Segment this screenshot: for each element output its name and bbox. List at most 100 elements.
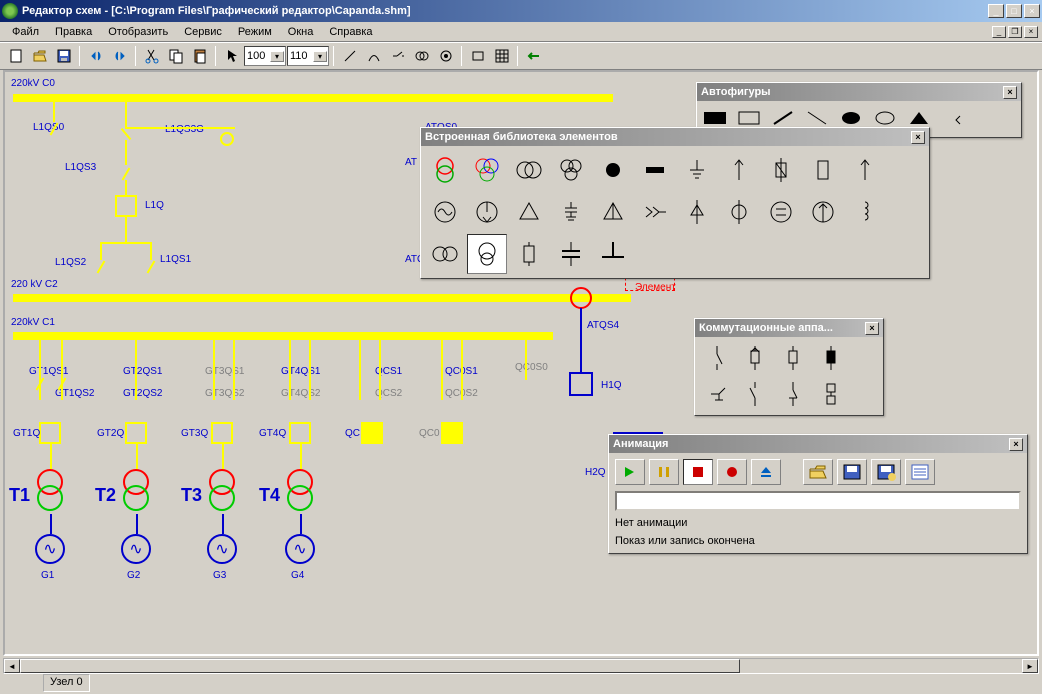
lib-trafo3-1[interactable]: [467, 150, 507, 190]
commutation-palette[interactable]: Коммутационные аппа... ×: [694, 318, 884, 416]
sw-breaker[interactable]: [775, 341, 811, 375]
animation-close[interactable]: ×: [1009, 438, 1023, 451]
mdi-restore[interactable]: ❐: [1008, 26, 1022, 38]
anim-input[interactable]: [615, 491, 1021, 511]
minimize-button[interactable]: _: [988, 4, 1004, 18]
pointer-tool[interactable]: [220, 45, 243, 67]
anim-open[interactable]: [803, 459, 833, 485]
gt4qs1-label: GT4QS1: [281, 366, 320, 377]
lib-delta[interactable]: [509, 192, 549, 232]
lib-capacitor[interactable]: [551, 234, 591, 274]
menu-windows[interactable]: Окна: [280, 24, 322, 40]
scroll-left[interactable]: ◄: [4, 659, 20, 673]
cut-button[interactable]: [140, 45, 163, 67]
commutation-title-bar[interactable]: Коммутационные аппа... ×: [695, 319, 883, 337]
menu-service[interactable]: Сервис: [176, 24, 230, 40]
menu-file[interactable]: Файл: [4, 24, 47, 40]
lib-rect-sm[interactable]: [509, 234, 549, 274]
anim-play[interactable]: [615, 459, 645, 485]
zoom-combo-1[interactable]: 100: [244, 46, 286, 66]
lib-double-circle[interactable]: [425, 234, 465, 274]
tool-line[interactable]: [338, 45, 361, 67]
lib-circle-arrow[interactable]: [803, 192, 843, 232]
zoom-combo-2[interactable]: 110: [287, 46, 329, 66]
close-button[interactable]: ×: [1024, 4, 1040, 18]
anim-list[interactable]: [905, 459, 935, 485]
save-button[interactable]: [52, 45, 75, 67]
lib-arrow-up-2[interactable]: [845, 150, 885, 190]
paste-button[interactable]: [188, 45, 211, 67]
commutation-title: Коммутационные аппа...: [699, 322, 833, 334]
anim-stop[interactable]: [683, 459, 713, 485]
menu-view[interactable]: Отобразить: [100, 24, 176, 40]
animation-palette[interactable]: Анимация × Нет анимации Показ или запись…: [608, 434, 1028, 554]
lib-fuse[interactable]: [761, 150, 801, 190]
new-button[interactable]: [4, 45, 27, 67]
menu-mode[interactable]: Режим: [230, 24, 280, 40]
menu-edit[interactable]: Правка: [47, 24, 100, 40]
shape-more[interactable]: [937, 103, 969, 133]
lib-phi[interactable]: [719, 192, 759, 232]
g3-gen: [207, 534, 237, 564]
autoshapes-close[interactable]: ×: [1003, 86, 1017, 99]
lib-delta-bar[interactable]: [593, 192, 633, 232]
tool-rect[interactable]: [466, 45, 489, 67]
scroll-thumb[interactable]: [20, 659, 740, 673]
commutation-close[interactable]: ×: [865, 322, 879, 335]
l1qs3-label: L1QS3: [65, 162, 96, 173]
lib-circle-eq[interactable]: [761, 192, 801, 232]
lib-rect-v[interactable]: [803, 150, 843, 190]
anim-save[interactable]: [837, 459, 867, 485]
lib-motor[interactable]: [467, 192, 507, 232]
mdi-close[interactable]: ×: [1024, 26, 1038, 38]
lib-ground[interactable]: [677, 150, 717, 190]
window-title: Редактор схем - [C:\Program Files\Графич…: [22, 5, 988, 17]
lib-gen[interactable]: [425, 192, 465, 232]
lib-arrow-up[interactable]: [719, 150, 759, 190]
sw-breaker-open[interactable]: [737, 341, 773, 375]
lib-trafo2-2[interactable]: [509, 150, 549, 190]
lib-circle-filled[interactable]: [593, 150, 633, 190]
lib-capacitor-gnd[interactable]: [551, 192, 591, 232]
anim-save-as[interactable]: [871, 459, 901, 485]
sw-ground[interactable]: [699, 377, 735, 411]
undo-button[interactable]: [84, 45, 107, 67]
copy-button[interactable]: [164, 45, 187, 67]
tool-back[interactable]: [522, 45, 545, 67]
sw-breaker-closed[interactable]: [813, 341, 849, 375]
sw-double-rect[interactable]: [813, 377, 849, 411]
tool-grid[interactable]: [490, 45, 513, 67]
lib-ct[interactable]: [467, 234, 507, 274]
library-title-bar[interactable]: Встроенная библиотека элементов ×: [421, 128, 929, 146]
mdi-minimize[interactable]: _: [992, 26, 1006, 38]
autoshapes-title-bar[interactable]: Автофигуры ×: [697, 83, 1021, 101]
open-button[interactable]: [28, 45, 51, 67]
lib-rect-filled[interactable]: [635, 150, 675, 190]
sw-open[interactable]: [699, 341, 735, 375]
animation-title-bar[interactable]: Анимация ×: [609, 435, 1027, 453]
tool-gear[interactable]: [434, 45, 457, 67]
tool-switch[interactable]: [386, 45, 409, 67]
anim-record[interactable]: [717, 459, 747, 485]
lib-ground-2[interactable]: [593, 234, 633, 274]
library-palette[interactable]: Встроенная библиотека элементов ×: [420, 127, 930, 279]
horizontal-scrollbar[interactable]: ◄ ►: [3, 658, 1039, 674]
lib-diode-up[interactable]: [677, 192, 717, 232]
anim-pause[interactable]: [649, 459, 679, 485]
lib-trafo2-1[interactable]: [425, 150, 465, 190]
menu-help[interactable]: Справка: [321, 24, 380, 40]
tool-trafo[interactable]: [410, 45, 433, 67]
l1qs3g-label: L1QS3G: [165, 124, 204, 135]
sw-closed[interactable]: [775, 377, 811, 411]
lib-coil[interactable]: [845, 192, 885, 232]
scroll-right[interactable]: ►: [1022, 659, 1038, 673]
tool-arc[interactable]: [362, 45, 385, 67]
library-close[interactable]: ×: [911, 131, 925, 144]
redo-button[interactable]: [108, 45, 131, 67]
atqs4-label: ATQS4: [587, 320, 619, 331]
maximize-button[interactable]: □: [1006, 4, 1022, 18]
anim-eject[interactable]: [751, 459, 781, 485]
sw-open-up[interactable]: [737, 377, 773, 411]
lib-trafo3-2[interactable]: [551, 150, 591, 190]
lib-arrows-right[interactable]: [635, 192, 675, 232]
